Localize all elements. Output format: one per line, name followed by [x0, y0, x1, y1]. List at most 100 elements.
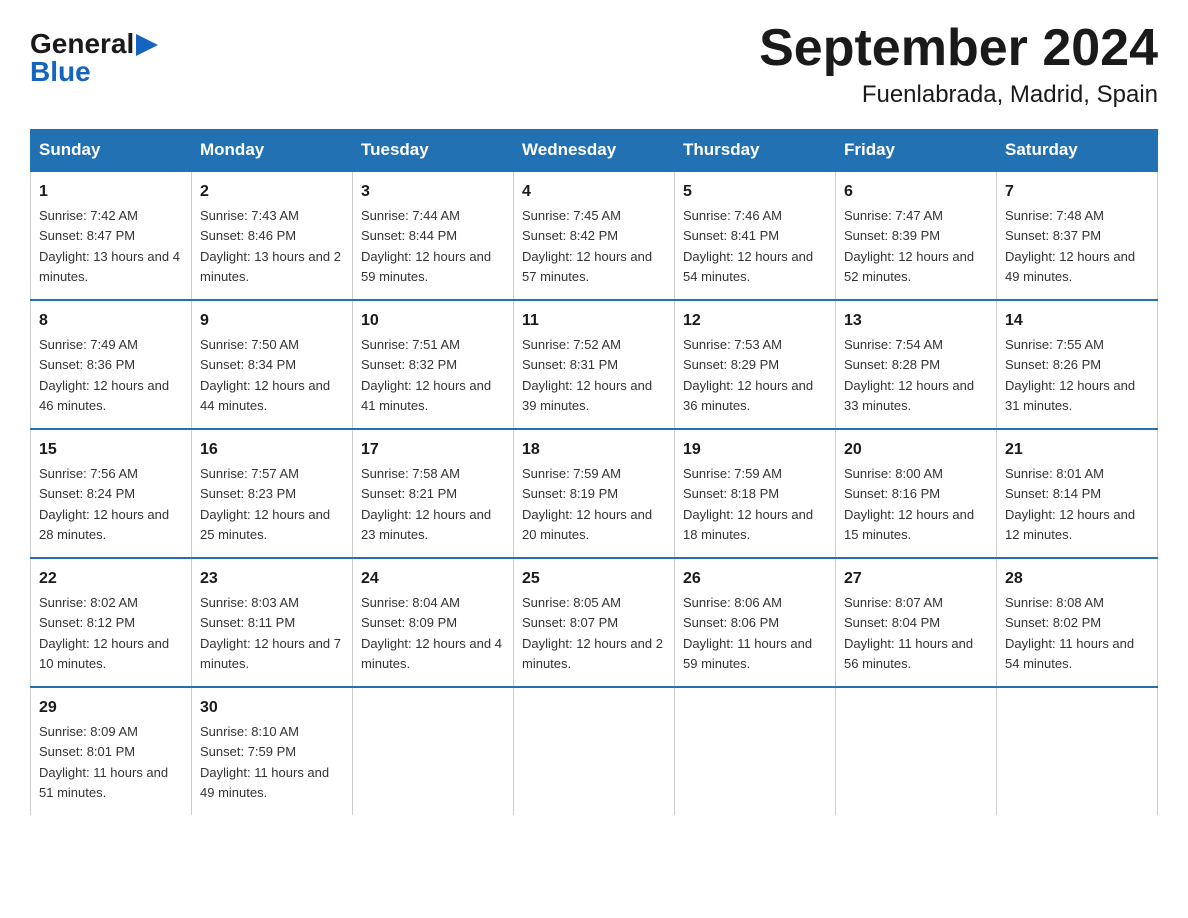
day-info: Sunrise: 7:43 AMSunset: 8:46 PMDaylight:… — [200, 208, 341, 284]
day-info: Sunrise: 7:57 AMSunset: 8:23 PMDaylight:… — [200, 466, 330, 542]
table-row: 11 Sunrise: 7:52 AMSunset: 8:31 PMDaylig… — [514, 300, 675, 429]
day-info: Sunrise: 7:53 AMSunset: 8:29 PMDaylight:… — [683, 337, 813, 413]
day-info: Sunrise: 8:02 AMSunset: 8:12 PMDaylight:… — [39, 595, 169, 671]
day-info: Sunrise: 7:46 AMSunset: 8:41 PMDaylight:… — [683, 208, 813, 284]
day-info: Sunrise: 7:58 AMSunset: 8:21 PMDaylight:… — [361, 466, 491, 542]
day-info: Sunrise: 8:06 AMSunset: 8:06 PMDaylight:… — [683, 595, 812, 671]
day-number: 4 — [522, 180, 666, 204]
table-row: 9 Sunrise: 7:50 AMSunset: 8:34 PMDayligh… — [192, 300, 353, 429]
day-number: 1 — [39, 180, 183, 204]
logo-blue-text: Blue — [30, 58, 91, 86]
day-info: Sunrise: 7:55 AMSunset: 8:26 PMDaylight:… — [1005, 337, 1135, 413]
table-row: 21 Sunrise: 8:01 AMSunset: 8:14 PMDaylig… — [997, 429, 1158, 558]
table-row: 7 Sunrise: 7:48 AMSunset: 8:37 PMDayligh… — [997, 171, 1158, 300]
day-number: 23 — [200, 567, 344, 591]
day-info: Sunrise: 7:59 AMSunset: 8:18 PMDaylight:… — [683, 466, 813, 542]
table-row: 3 Sunrise: 7:44 AMSunset: 8:44 PMDayligh… — [353, 171, 514, 300]
table-row: 28 Sunrise: 8:08 AMSunset: 8:02 PMDaylig… — [997, 558, 1158, 687]
table-row: 20 Sunrise: 8:00 AMSunset: 8:16 PMDaylig… — [836, 429, 997, 558]
day-info: Sunrise: 7:54 AMSunset: 8:28 PMDaylight:… — [844, 337, 974, 413]
table-row: 4 Sunrise: 7:45 AMSunset: 8:42 PMDayligh… — [514, 171, 675, 300]
table-row: 1 Sunrise: 7:42 AMSunset: 8:47 PMDayligh… — [31, 171, 192, 300]
day-info: Sunrise: 8:10 AMSunset: 7:59 PMDaylight:… — [200, 724, 329, 800]
calendar-week-row: 15 Sunrise: 7:56 AMSunset: 8:24 PMDaylig… — [31, 429, 1158, 558]
table-row: 25 Sunrise: 8:05 AMSunset: 8:07 PMDaylig… — [514, 558, 675, 687]
table-row: 24 Sunrise: 8:04 AMSunset: 8:09 PMDaylig… — [353, 558, 514, 687]
col-tuesday: Tuesday — [353, 130, 514, 172]
table-row: 26 Sunrise: 8:06 AMSunset: 8:06 PMDaylig… — [675, 558, 836, 687]
day-number: 26 — [683, 567, 827, 591]
day-info: Sunrise: 7:56 AMSunset: 8:24 PMDaylight:… — [39, 466, 169, 542]
day-number: 11 — [522, 309, 666, 333]
table-row: 15 Sunrise: 7:56 AMSunset: 8:24 PMDaylig… — [31, 429, 192, 558]
table-row: 19 Sunrise: 7:59 AMSunset: 8:18 PMDaylig… — [675, 429, 836, 558]
table-row: 27 Sunrise: 8:07 AMSunset: 8:04 PMDaylig… — [836, 558, 997, 687]
day-number: 25 — [522, 567, 666, 591]
logo-triangle-icon — [136, 34, 158, 56]
table-row: 6 Sunrise: 7:47 AMSunset: 8:39 PMDayligh… — [836, 171, 997, 300]
day-number: 10 — [361, 309, 505, 333]
day-info: Sunrise: 8:04 AMSunset: 8:09 PMDaylight:… — [361, 595, 502, 671]
day-number: 13 — [844, 309, 988, 333]
day-info: Sunrise: 7:42 AMSunset: 8:47 PMDaylight:… — [39, 208, 180, 284]
calendar-header-row: Sunday Monday Tuesday Wednesday Thursday… — [31, 130, 1158, 172]
page-header: General Blue September 2024 Fuenlabrada,… — [30, 20, 1158, 109]
table-row: 13 Sunrise: 7:54 AMSunset: 8:28 PMDaylig… — [836, 300, 997, 429]
day-info: Sunrise: 7:48 AMSunset: 8:37 PMDaylight:… — [1005, 208, 1135, 284]
calendar-week-row: 22 Sunrise: 8:02 AMSunset: 8:12 PMDaylig… — [31, 558, 1158, 687]
table-row: 10 Sunrise: 7:51 AMSunset: 8:32 PMDaylig… — [353, 300, 514, 429]
day-number: 27 — [844, 567, 988, 591]
day-number: 17 — [361, 438, 505, 462]
table-row: 16 Sunrise: 7:57 AMSunset: 8:23 PMDaylig… — [192, 429, 353, 558]
day-info: Sunrise: 7:52 AMSunset: 8:31 PMDaylight:… — [522, 337, 652, 413]
day-number: 19 — [683, 438, 827, 462]
calendar-subtitle: Fuenlabrada, Madrid, Spain — [759, 81, 1158, 109]
col-friday: Friday — [836, 130, 997, 172]
calendar-week-row: 8 Sunrise: 7:49 AMSunset: 8:36 PMDayligh… — [31, 300, 1158, 429]
day-info: Sunrise: 8:01 AMSunset: 8:14 PMDaylight:… — [1005, 466, 1135, 542]
calendar-table: Sunday Monday Tuesday Wednesday Thursday… — [30, 129, 1158, 815]
day-number: 9 — [200, 309, 344, 333]
day-number: 15 — [39, 438, 183, 462]
day-info: Sunrise: 7:49 AMSunset: 8:36 PMDaylight:… — [39, 337, 169, 413]
table-row — [675, 687, 836, 815]
col-monday: Monday — [192, 130, 353, 172]
day-info: Sunrise: 7:45 AMSunset: 8:42 PMDaylight:… — [522, 208, 652, 284]
calendar-title: September 2024 — [759, 20, 1158, 77]
table-row — [997, 687, 1158, 815]
table-row — [353, 687, 514, 815]
table-row: 5 Sunrise: 7:46 AMSunset: 8:41 PMDayligh… — [675, 171, 836, 300]
table-row: 8 Sunrise: 7:49 AMSunset: 8:36 PMDayligh… — [31, 300, 192, 429]
table-row: 23 Sunrise: 8:03 AMSunset: 8:11 PMDaylig… — [192, 558, 353, 687]
day-info: Sunrise: 7:44 AMSunset: 8:44 PMDaylight:… — [361, 208, 491, 284]
table-row: 17 Sunrise: 7:58 AMSunset: 8:21 PMDaylig… — [353, 429, 514, 558]
day-number: 3 — [361, 180, 505, 204]
table-row: 22 Sunrise: 8:02 AMSunset: 8:12 PMDaylig… — [31, 558, 192, 687]
day-info: Sunrise: 7:47 AMSunset: 8:39 PMDaylight:… — [844, 208, 974, 284]
day-number: 2 — [200, 180, 344, 204]
logo-general-text: General — [30, 30, 134, 58]
day-info: Sunrise: 8:00 AMSunset: 8:16 PMDaylight:… — [844, 466, 974, 542]
table-row: 2 Sunrise: 7:43 AMSunset: 8:46 PMDayligh… — [192, 171, 353, 300]
col-sunday: Sunday — [31, 130, 192, 172]
day-number: 5 — [683, 180, 827, 204]
day-info: Sunrise: 8:07 AMSunset: 8:04 PMDaylight:… — [844, 595, 973, 671]
day-number: 28 — [1005, 567, 1149, 591]
day-info: Sunrise: 8:09 AMSunset: 8:01 PMDaylight:… — [39, 724, 168, 800]
table-row — [514, 687, 675, 815]
table-row: 14 Sunrise: 7:55 AMSunset: 8:26 PMDaylig… — [997, 300, 1158, 429]
logo: General Blue — [30, 20, 158, 86]
day-number: 22 — [39, 567, 183, 591]
day-info: Sunrise: 8:03 AMSunset: 8:11 PMDaylight:… — [200, 595, 341, 671]
day-number: 6 — [844, 180, 988, 204]
table-row: 12 Sunrise: 7:53 AMSunset: 8:29 PMDaylig… — [675, 300, 836, 429]
calendar-week-row: 29 Sunrise: 8:09 AMSunset: 8:01 PMDaylig… — [31, 687, 1158, 815]
table-row: 30 Sunrise: 8:10 AMSunset: 7:59 PMDaylig… — [192, 687, 353, 815]
day-info: Sunrise: 8:05 AMSunset: 8:07 PMDaylight:… — [522, 595, 663, 671]
day-number: 12 — [683, 309, 827, 333]
day-number: 14 — [1005, 309, 1149, 333]
col-thursday: Thursday — [675, 130, 836, 172]
col-wednesday: Wednesday — [514, 130, 675, 172]
day-number: 29 — [39, 696, 183, 720]
title-block: September 2024 Fuenlabrada, Madrid, Spai… — [759, 20, 1158, 109]
